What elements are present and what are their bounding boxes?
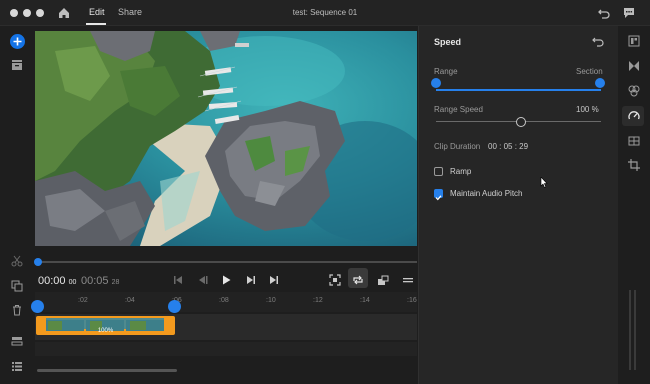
ruler-tick: :16 [407, 297, 417, 304]
duplicate-icon[interactable] [10, 279, 24, 293]
audio-icon[interactable] [627, 134, 641, 148]
maintain-audio-pitch-label[interactable]: Maintain Audio Pitch [450, 189, 523, 198]
range-start-handle[interactable] [31, 300, 44, 313]
duration-timecode: 00:05 28 [81, 275, 119, 287]
step-end-icon[interactable] [267, 273, 281, 287]
duration-time: 00:05 [81, 275, 109, 287]
scissors-icon[interactable] [10, 254, 24, 268]
trash-icon[interactable] [10, 303, 24, 317]
range-end-handle[interactable] [168, 300, 181, 313]
library-icon[interactable] [10, 58, 24, 72]
panel-title: Speed [434, 37, 462, 47]
audio-track [35, 342, 417, 356]
ruler-tick: :14 [360, 297, 370, 304]
reset-icon[interactable] [591, 34, 605, 48]
active-tab-indicator [86, 23, 106, 25]
document-title: test: Sequence 01 [292, 8, 358, 17]
clip-duration-label: Clip Duration [434, 142, 481, 151]
color-icon[interactable] [627, 84, 641, 98]
step-start-icon[interactable] [171, 273, 185, 287]
ruler-tick: :02 [78, 297, 88, 304]
duration-frames: 28 [111, 279, 120, 286]
range-speed-label: Range Speed [434, 105, 483, 114]
ruler-tick: :08 [219, 297, 229, 304]
list-icon[interactable] [10, 359, 24, 373]
feedback-icon[interactable] [622, 6, 636, 20]
timeline-scrollbar[interactable] [37, 369, 177, 372]
ruler-tick: :04 [125, 297, 135, 304]
ruler-tick: :10 [266, 297, 276, 304]
add-media-button[interactable] [10, 34, 25, 49]
range-label: Range [434, 67, 458, 76]
scrub-bar[interactable] [35, 261, 417, 263]
range-speed-value[interactable]: 100 % [576, 105, 599, 114]
mouse-cursor-icon [540, 177, 548, 188]
video-preview[interactable] [35, 31, 417, 246]
speed-icon [628, 111, 640, 120]
overlay-icon[interactable] [376, 273, 390, 287]
properties-icon[interactable] [627, 34, 641, 48]
current-timecode: 00:00 00 [38, 275, 76, 287]
scrub-handle[interactable] [34, 258, 42, 266]
speed-panel [418, 26, 618, 384]
audio-meter-right [634, 290, 636, 370]
fit-frame-icon[interactable] [328, 273, 342, 287]
track-icon[interactable] [10, 334, 24, 348]
checkmark-icon [435, 195, 442, 201]
menu-icon[interactable] [401, 273, 415, 287]
loop-icon [353, 275, 363, 285]
undo-icon[interactable] [597, 6, 611, 20]
ramp-label[interactable]: Ramp [450, 167, 471, 176]
maintain-audio-pitch-checkbox[interactable] [434, 189, 443, 201]
range-slider-track[interactable] [436, 89, 601, 91]
left-tool-rail [0, 26, 34, 384]
ruler-tick: :12 [313, 297, 323, 304]
current-frames: 00 [68, 279, 77, 286]
current-time: 00:00 [38, 275, 66, 287]
range-end-knob[interactable] [595, 78, 605, 88]
frame-back-icon[interactable] [195, 273, 209, 287]
play-icon[interactable] [219, 273, 233, 287]
clip-duration-value[interactable]: 00 : 05 : 29 [488, 142, 528, 151]
preview-frame [35, 31, 417, 246]
audio-meter-left [629, 290, 631, 370]
frame-forward-icon[interactable] [243, 273, 257, 287]
range-speed-knob[interactable] [516, 117, 526, 127]
range-start-knob[interactable] [431, 78, 441, 88]
transitions-icon[interactable] [627, 59, 641, 73]
clip-speed-label: 100% [97, 328, 114, 334]
crop-icon[interactable] [627, 158, 641, 172]
add-icon [13, 37, 22, 46]
title-bar: Edit Share test: Sequence 01 [0, 0, 650, 26]
ramp-checkbox[interactable] [434, 167, 443, 176]
section-label: Section [576, 67, 603, 76]
